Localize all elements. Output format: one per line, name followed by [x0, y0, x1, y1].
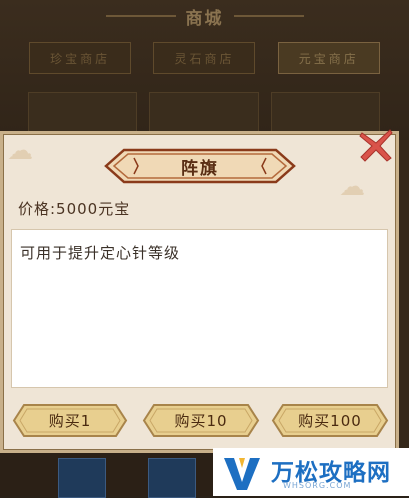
watermark-logo-icon: [224, 458, 260, 490]
dialog-title: 阵旗: [181, 158, 219, 179]
tab-spirit-stone-shop[interactable]: 灵石商店: [153, 42, 256, 74]
item-description-box: 可用于提升定心针等级: [11, 229, 388, 388]
shop-tabs: 珍宝商店 灵石商店 元宝商店: [0, 42, 409, 74]
buy-100-label: 购买100: [298, 412, 362, 430]
buy-10-label: 购买10: [174, 412, 228, 430]
shop-item-row: [28, 92, 380, 134]
buy-100-button[interactable]: 购买100: [271, 403, 389, 438]
watermark-domain: WHSORG.COM: [283, 481, 352, 490]
tab-treasure-shop[interactable]: 珍宝商店: [29, 42, 132, 74]
item-description: 可用于提升定心针等级: [20, 244, 181, 262]
title-divider-right: [233, 15, 304, 17]
buy-1-button[interactable]: 购买1: [12, 403, 128, 438]
price-row: 价格:5000元宝: [18, 196, 130, 220]
cloud-ornament-icon: ☁: [339, 172, 365, 202]
dialog-title-banner: 阵旗: [104, 148, 296, 184]
close-button[interactable]: [355, 124, 397, 166]
tab-yuanbao-shop[interactable]: 元宝商店: [277, 42, 380, 74]
shop-item-icon[interactable]: [148, 458, 196, 498]
title-divider-left: [105, 15, 176, 17]
close-x-icon: [359, 129, 393, 162]
shop-title-bar: 商城: [0, 0, 409, 32]
shop-item-icon[interactable]: [58, 458, 106, 498]
shop-item-card[interactable]: [28, 92, 138, 134]
cloud-ornament-icon: ☁: [7, 136, 33, 166]
price-text: 价格:5000元宝: [18, 199, 131, 218]
site-watermark: 万松攻略网 WHSORG.COM: [213, 448, 409, 496]
shop-item-card[interactable]: [149, 92, 259, 134]
buy-10-button[interactable]: 购买10: [142, 403, 260, 438]
shop-title: 商城: [185, 8, 224, 29]
buy-1-label: 购买1: [48, 412, 92, 430]
